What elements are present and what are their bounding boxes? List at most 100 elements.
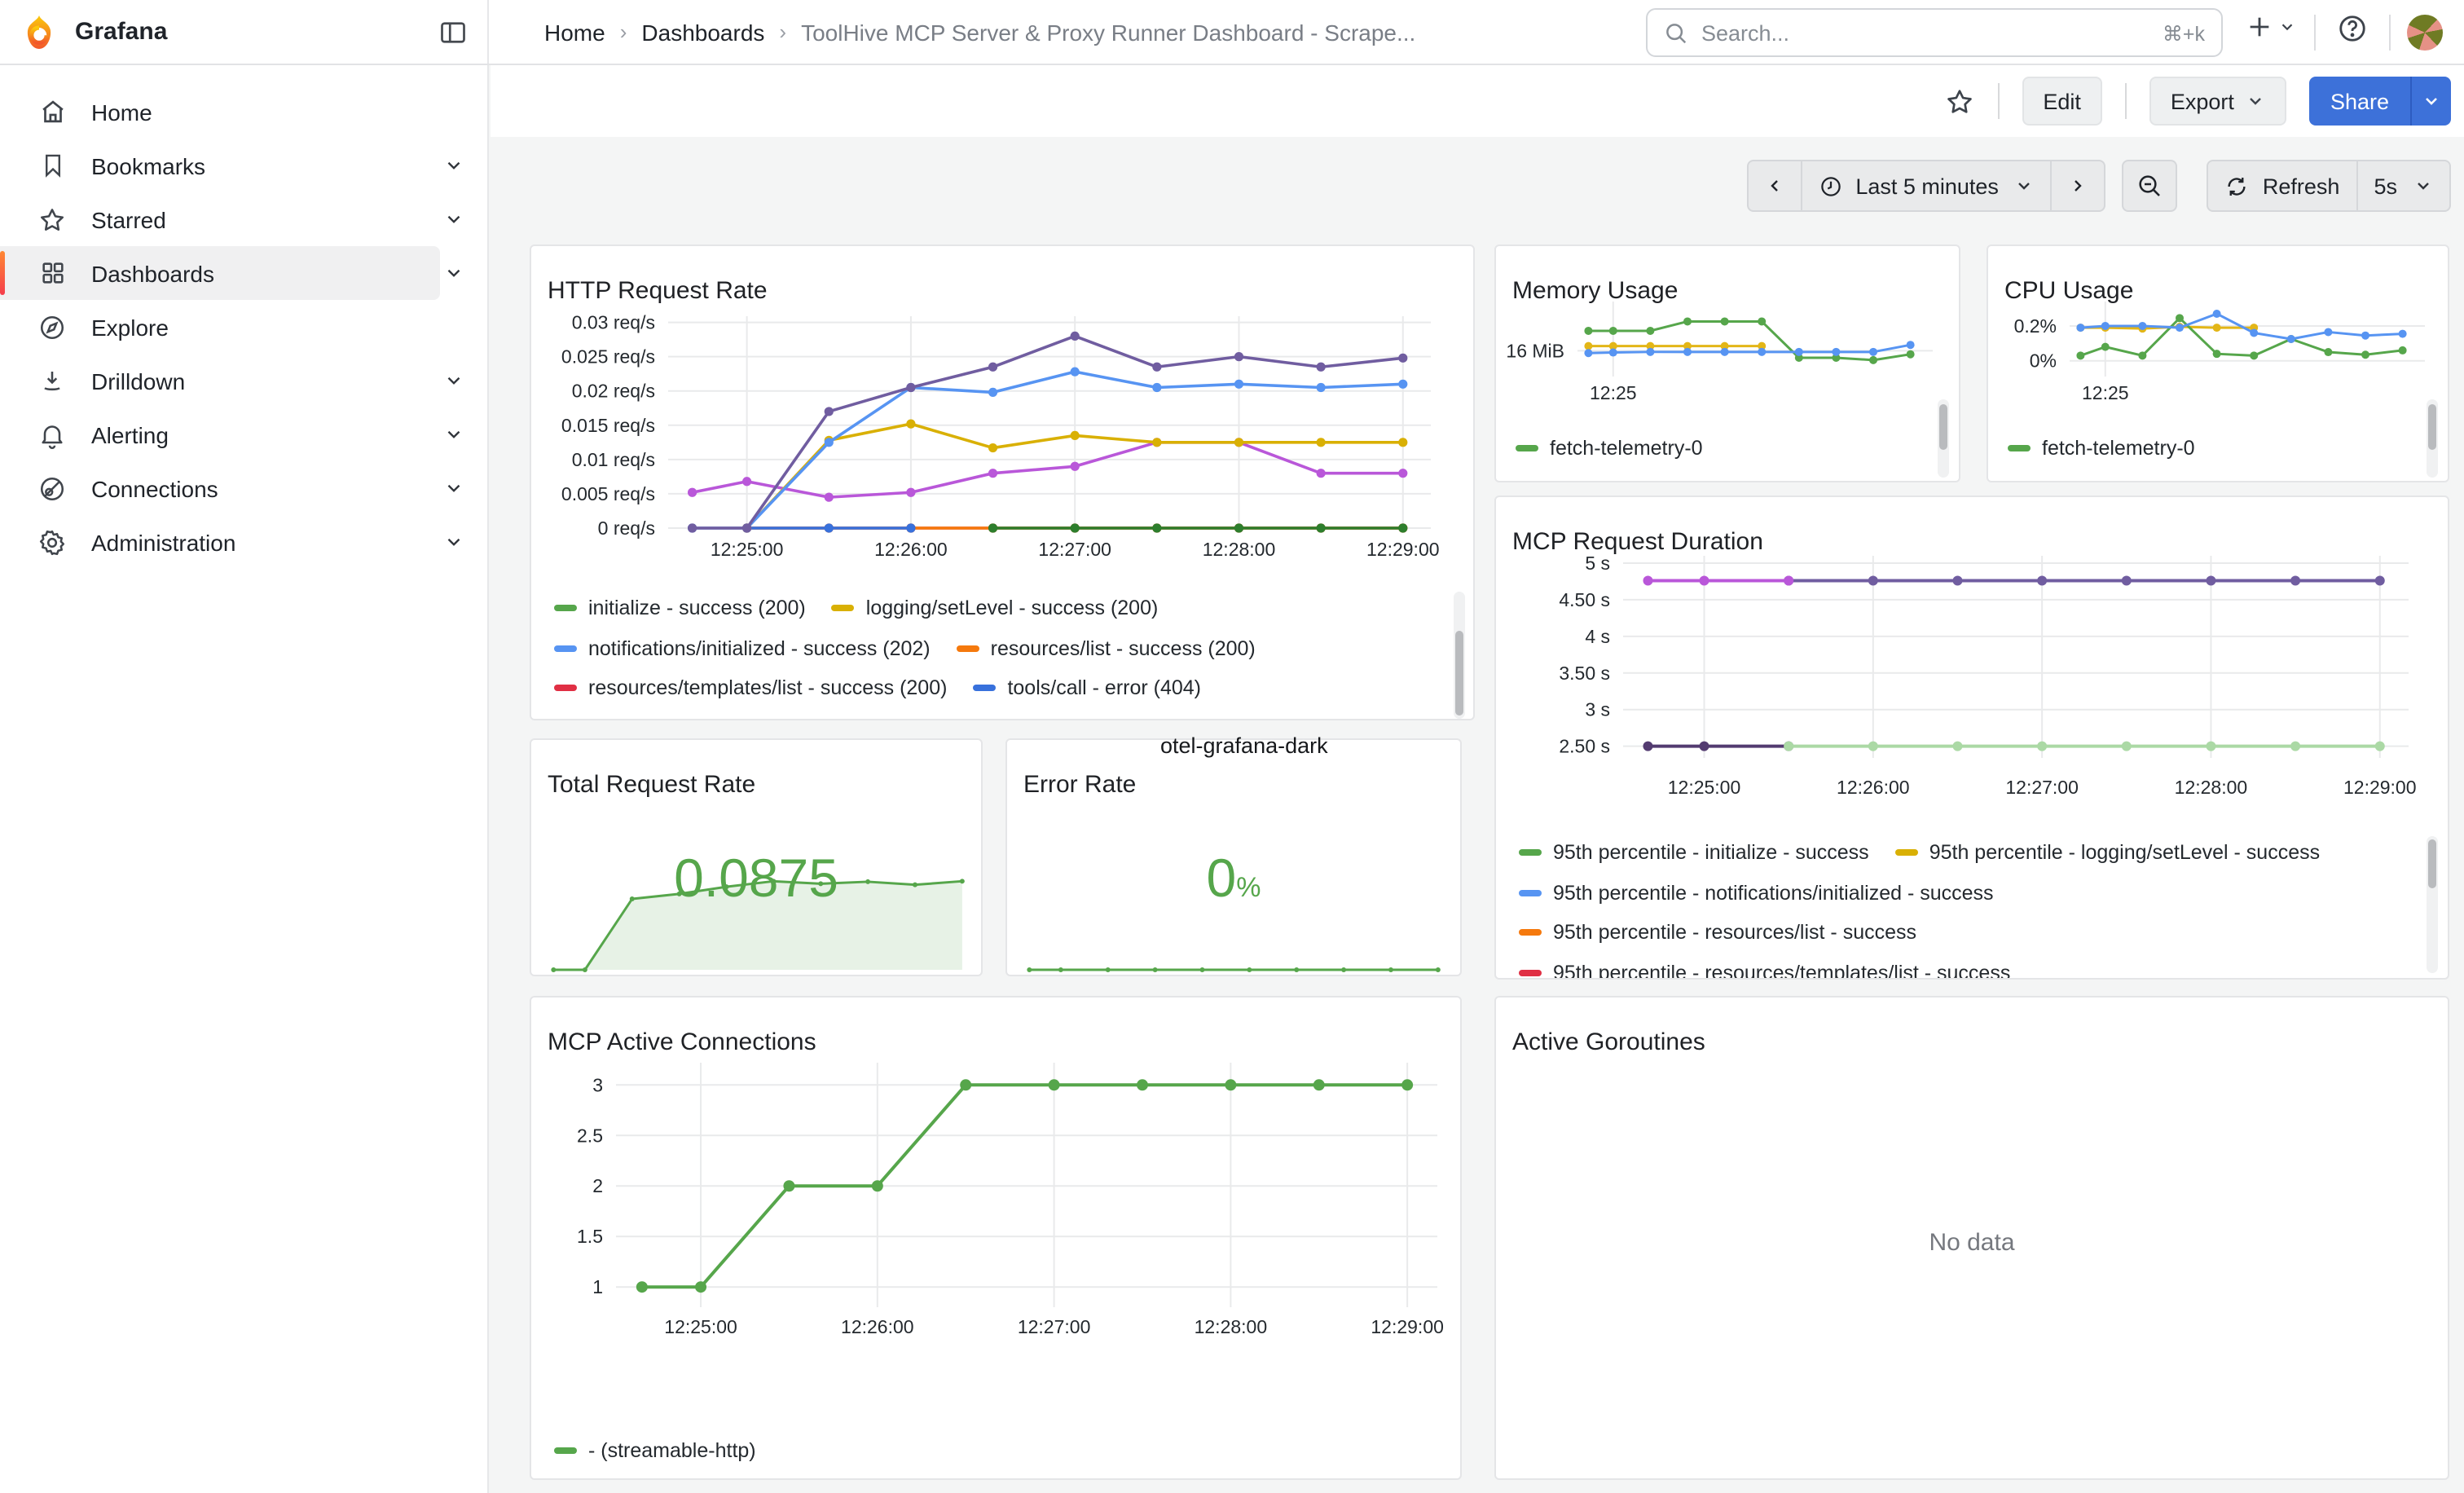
sidebar-item-starred[interactable]: Starred — [0, 192, 487, 246]
chevron-down-icon[interactable] — [443, 478, 464, 499]
sidebar-item-bookmarks[interactable]: Bookmarks — [0, 139, 487, 192]
panel-title[interactable]: Active Goroutines — [1512, 1029, 1705, 1057]
legend-scrollbar[interactable] — [2428, 839, 2436, 888]
panel-title[interactable]: HTTP Request Rate — [548, 278, 768, 306]
legend-label: resources/list - success (200) — [991, 637, 1256, 660]
legend-item[interactable]: tools/list - success (200) — [838, 717, 1091, 720]
chevron-down-icon[interactable] — [443, 424, 464, 445]
time-range-group: Last 5 minutes — [1746, 160, 2106, 212]
panel-title[interactable]: Error Rate — [1023, 772, 1136, 799]
legend-label: notifications/initialized - success (202… — [588, 637, 931, 660]
sidebar-item-dashboards[interactable]: Dashboards — [0, 246, 440, 300]
svg-text:0 req/s: 0 req/s — [598, 517, 655, 539]
legend-row: notifications/initialized - success (202… — [554, 628, 1437, 668]
chevron-down-icon — [2278, 18, 2296, 36]
breadcrumb: Home › Dashboards › ToolHive MCP Server … — [544, 19, 1415, 45]
panel-memory-usage: Memory Usage 16 MiB12:25 fetch-telemetry… — [1494, 244, 1960, 482]
svg-text:12:26:00: 12:26:00 — [874, 539, 948, 560]
svg-text:0.2%: 0.2% — [2014, 315, 2057, 337]
legend-item[interactable]: 95th percentile - resources/list - succe… — [1519, 922, 1916, 945]
svg-text:0.025 req/s: 0.025 req/s — [561, 346, 655, 368]
breadcrumb-home[interactable]: Home — [544, 19, 605, 45]
svg-text:12:27:00: 12:27:00 — [2005, 777, 2079, 798]
legend-item[interactable]: fetch-telemetry-0 — [1516, 437, 1703, 460]
legend-item[interactable]: tools/call - success (200) — [554, 717, 812, 720]
time-range-picker[interactable]: Last 5 minutes — [1802, 161, 2053, 210]
legend-item[interactable]: initialize - success (200) — [554, 597, 806, 620]
legend-row: 95th percentile - resources/templates/li… — [1519, 953, 2409, 978]
legend-scrollbar[interactable] — [1939, 404, 1947, 450]
user-avatar[interactable] — [2407, 15, 2443, 51]
chart-legend: - (streamable-http) — [554, 1431, 1428, 1478]
legend-item[interactable]: 95th percentile - notifications/initiali… — [1519, 882, 1994, 905]
add-new-button[interactable] — [2246, 13, 2296, 41]
legend-scrollbar[interactable] — [2428, 404, 2436, 450]
memory-usage-chart[interactable]: 16 MiB12:25 — [1496, 246, 1960, 416]
share-button[interactable]: Share — [2309, 77, 2410, 126]
chevron-down-icon[interactable] — [443, 262, 464, 284]
share-menu-button[interactable] — [2410, 77, 2451, 126]
chevron-down-icon[interactable] — [443, 155, 464, 176]
legend-item[interactable]: - (streamable-http) — [554, 1439, 756, 1462]
export-button[interactable]: Export — [2149, 77, 2286, 126]
legend-scrollbar[interactable] — [1455, 631, 1463, 716]
refresh-button[interactable]: Refresh — [2209, 161, 2358, 210]
legend-item[interactable]: logging/setLevel - success (200) — [832, 597, 1159, 620]
legend-color-chip — [832, 606, 855, 612]
sidebar-item-drilldown[interactable]: Drilldown — [0, 354, 487, 407]
time-shift-back-button[interactable] — [1748, 161, 1802, 210]
sidebar-item-home[interactable]: Home — [0, 85, 487, 139]
sidebar-collapse-icon[interactable] — [438, 17, 468, 46]
svg-text:12:25:00: 12:25:00 — [664, 1316, 737, 1337]
breadcrumb-dashboards[interactable]: Dashboards — [641, 19, 764, 45]
sidebar-item-connections[interactable]: Connections — [0, 461, 487, 515]
legend-item[interactable]: resources/templates/list - success (200) — [554, 677, 947, 700]
legend-label: 95th percentile - resources/list - succe… — [1553, 922, 1916, 945]
divider — [2314, 15, 2316, 51]
sidebar-item-label: Home — [91, 99, 152, 125]
refresh-interval-picker[interactable]: 5s — [2357, 161, 2449, 210]
svg-text:12:25: 12:25 — [1590, 382, 1637, 403]
search-input[interactable]: Search... ⌘+k — [1646, 8, 2223, 57]
zoom-out-icon — [2137, 173, 2163, 199]
time-shift-forward-button[interactable] — [2053, 161, 2105, 210]
chevron-down-icon[interactable] — [443, 370, 464, 391]
panel-title[interactable]: Total Request Rate — [548, 772, 755, 799]
legend-row: tools/call - success (200) tools/list - s… — [554, 708, 1437, 719]
svg-text:3 s: 3 s — [1585, 699, 1610, 720]
legend-item[interactable]: tools/call - error (404) — [973, 677, 1201, 700]
sidebar-item-administration[interactable]: Administration — [0, 515, 487, 569]
sidebar-item-alerting[interactable]: Alerting — [0, 407, 487, 461]
sidebar-item-explore[interactable]: Explore — [0, 300, 487, 354]
sidebar-item-label: Starred — [91, 206, 166, 232]
legend-row: fetch-telemetry-0 — [1516, 429, 1926, 468]
panel-mcp-active-connections: MCP Active Connections 32.521.5112:25:00… — [530, 996, 1462, 1480]
panel-title[interactable]: CPU Usage — [2004, 278, 2133, 306]
grafana-logo-icon[interactable] — [20, 12, 59, 51]
cpu-usage-chart[interactable]: 0.2%0%12:25 — [1988, 246, 2449, 416]
panel-title[interactable]: MCP Request Duration — [1512, 529, 1763, 557]
panel-title[interactable]: MCP Active Connections — [548, 1029, 816, 1057]
chevron-down-icon[interactable] — [443, 209, 464, 230]
search-shortcut: ⌘+k — [2163, 20, 2205, 45]
panel-title[interactable]: Memory Usage — [1512, 278, 1678, 306]
legend-label: fetch-telemetry-0 — [2042, 437, 2195, 460]
legend-color-chip — [1895, 850, 1918, 857]
zoom-out-button[interactable] — [2123, 160, 2178, 212]
edit-button[interactable]: Edit — [2022, 77, 2102, 126]
legend-item[interactable]: 95th percentile - logging/setLevel - suc… — [1895, 842, 2320, 865]
favorite-star-icon[interactable] — [1943, 86, 1974, 117]
search-icon — [1664, 20, 1688, 45]
brand-area: Grafana — [0, 0, 489, 64]
breadcrumb-separator: › — [620, 20, 627, 44]
legend-item[interactable]: 95th percentile - resources/templates/li… — [1519, 962, 2010, 979]
legend-label: 95th percentile - notifications/initiali… — [1553, 882, 1994, 905]
chevron-down-icon[interactable] — [443, 531, 464, 553]
help-icon[interactable] — [2337, 13, 2368, 44]
legend-item[interactable]: 95th percentile - initialize - success — [1519, 842, 1869, 865]
legend-item[interactable]: fetch-telemetry-0 — [2008, 437, 2195, 460]
legend-row: 95th percentile - initialize - success 95… — [1519, 833, 2409, 873]
legend-item[interactable]: notifications/initialized - success (202… — [554, 637, 931, 660]
legend-item[interactable]: resources/list - success (200) — [957, 637, 1256, 660]
divider — [2389, 15, 2391, 51]
